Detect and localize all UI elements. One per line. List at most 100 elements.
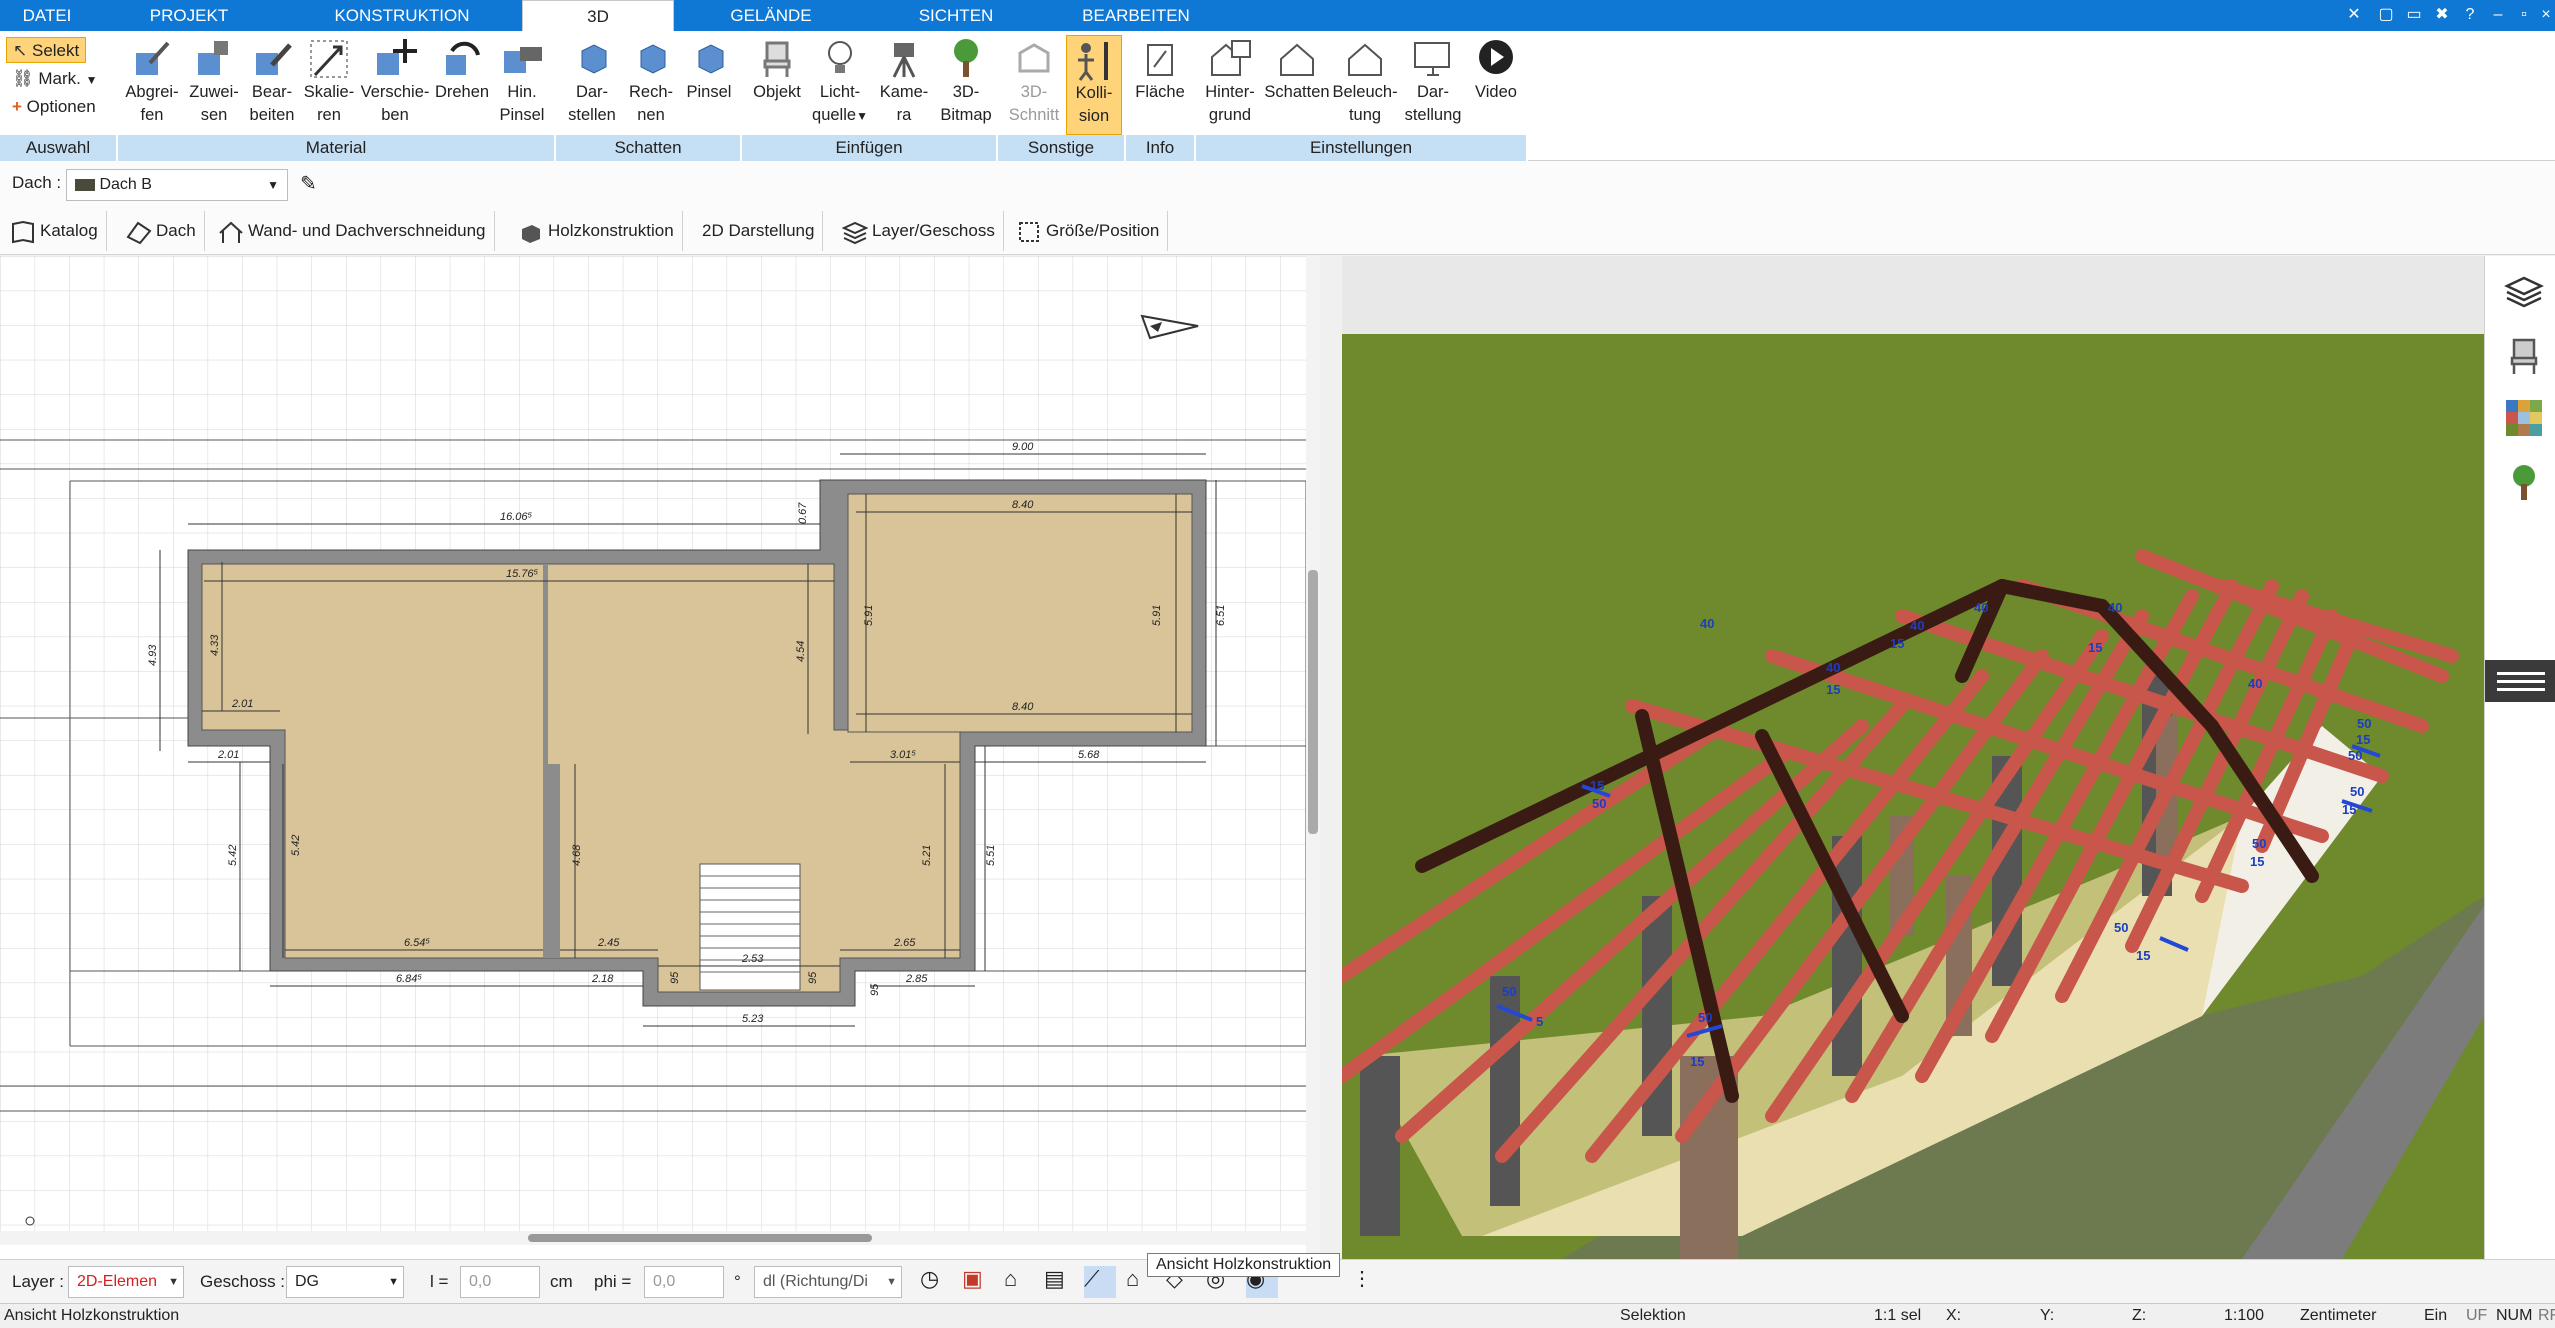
layer-geschoss-button[interactable]: Layer/Geschoss (832, 211, 1004, 251)
menu-line (2497, 688, 2545, 691)
verschieben-button[interactable]: Verschie-ben (358, 35, 432, 135)
kollision-button[interactable]: Kolli-sion (1066, 35, 1122, 135)
svg-text:15: 15 (1690, 1054, 1704, 1069)
close-icon[interactable]: × (2532, 3, 2555, 27)
ribbon: ↖ Selekt ⛓ Mark. ▼ + Optionen Abgrei-fen… (0, 31, 2555, 161)
close-small-icon[interactable]: ✖ (2428, 3, 2456, 27)
dim-label: 6.54⁵ (404, 937, 430, 949)
roof-wall-icon (219, 221, 243, 243)
3d-timber-construction-render[interactable]: 40 40 15 40 15 40 15 40 40 15 50 50 15 5… (1342, 256, 2484, 1259)
status-unit: Zentimeter (2300, 1307, 2377, 1324)
minimize-small-icon[interactable]: ▭ (2400, 3, 2428, 27)
flaeche-button[interactable]: Fläche (1128, 35, 1192, 135)
dim-label: 95 (669, 971, 681, 984)
dim-label: 5.42 (290, 835, 302, 856)
holzkonstruktion-button[interactable]: Holzkonstruktion (508, 211, 683, 251)
schatten-rechnen-button[interactable]: Rech-nen (622, 35, 680, 135)
hintergrund-button[interactable]: Hinter-grund (1198, 35, 1262, 135)
bearbeiten-button[interactable]: Bear-beiten (244, 35, 300, 135)
dim-label: 4.68 (571, 844, 583, 866)
tab-projekt[interactable]: PROJEKT (94, 0, 284, 31)
tree-icon (954, 39, 978, 77)
dim-label: 2.01 (217, 749, 239, 761)
status-bar: Ansicht Holzkonstruktion Selektion 1:1 s… (0, 1303, 2555, 1328)
optionen-button[interactable]: + Optionen (6, 94, 102, 120)
scrollbar-thumb[interactable] (1308, 570, 1318, 834)
tools-icon[interactable]: ✕ (2340, 3, 2368, 27)
restore-small-icon[interactable]: ▢ (2372, 3, 2400, 27)
panel-toggle-button[interactable] (2485, 660, 2555, 702)
tree-icon[interactable] (2504, 462, 2544, 502)
dim-label: 5.68 (1078, 749, 1100, 761)
direction-select[interactable]: dl (Richtung/Di ▼ (754, 1266, 902, 1298)
floor-plan-canvas[interactable]: 9.00 16.06⁵ 8.40 8.40 15.76⁵ 2.01 2.01 3… (0, 256, 1306, 1231)
length-input[interactable]: 0,0 (460, 1266, 540, 1298)
material-palette-icon[interactable] (2504, 398, 2544, 438)
einstellungen-schatten-button[interactable]: Schatten (1262, 35, 1332, 135)
render-view-icon[interactable]: ▣ (962, 1266, 994, 1298)
print-icon[interactable]: ▤ (1044, 1266, 1076, 1298)
mark-icon: ⛓ (12, 69, 34, 88)
layers-icon[interactable] (2504, 272, 2544, 312)
tab-3d[interactable]: 3D (522, 0, 674, 31)
kamera-button[interactable]: Kame-ra (872, 35, 936, 135)
zuweisen-button[interactable]: Zuwei-sen (184, 35, 244, 135)
dach-select[interactable]: Dach B ▼ (66, 169, 288, 201)
objekt-button[interactable]: Objekt (746, 35, 808, 135)
video-button[interactable]: Video (1468, 35, 1524, 135)
angle-input[interactable]: 0,0 (644, 1266, 724, 1298)
schatten-darstellen-button[interactable]: Dar-stellen (562, 35, 622, 135)
status-num: NUM (2496, 1307, 2533, 1324)
beleuchtung-button[interactable]: Beleuch-tung (1332, 35, 1398, 135)
more-icon[interactable]: ⋮ (1352, 1266, 1372, 1298)
pencil-icon[interactable]: ✎ (300, 171, 326, 197)
tab-gelaende[interactable]: GELÄNDE (676, 0, 866, 31)
camera-view-icon[interactable]: ⌂ (1004, 1266, 1036, 1298)
tab-datei[interactable]: DATEI (0, 0, 94, 31)
staircase[interactable] (699, 863, 801, 991)
2d-darstellung-button[interactable]: 2D Darstellung (692, 211, 824, 251)
mark-button[interactable]: ⛓ Mark. ▼ (6, 66, 103, 92)
hin-pinsel-button[interactable]: Hin. Pinsel (492, 35, 552, 135)
dim-label: 95 (869, 983, 881, 996)
chair-icon[interactable] (2504, 336, 2544, 376)
plan-horizontal-scrollbar[interactable] (0, 1231, 1306, 1245)
eyedropper-icon (136, 41, 170, 75)
minimize-icon[interactable]: – (2484, 3, 2512, 27)
chevron-down-icon: ▼ (267, 178, 279, 192)
groesse-position-button[interactable]: Größe/Position (1006, 211, 1169, 251)
clock-icon[interactable]: ◷ (920, 1266, 952, 1298)
3d-schnitt-button[interactable]: 3D- Schnitt (1004, 35, 1064, 135)
dach-button[interactable]: Dach (116, 211, 205, 251)
roof-icon (126, 221, 152, 244)
dim-label: 3.01⁵ (890, 749, 916, 761)
geschoss-select[interactable]: DG ▼ (286, 1266, 404, 1298)
tab-konstruktion[interactable]: KONSTRUKTION (284, 0, 520, 31)
katalog-button[interactable]: Katalog (0, 211, 107, 251)
group-sonstige: Sonstige (998, 135, 1126, 161)
plan-vertical-scrollbar[interactable] (1306, 256, 1320, 1259)
tab-bearbeiten[interactable]: BEARBEITEN (1046, 0, 1226, 31)
layers-icon (841, 221, 869, 244)
tab-sichten[interactable]: SICHTEN (866, 0, 1046, 31)
skalieren-button[interactable]: Skalie-ren (300, 35, 358, 135)
lichtquelle-button[interactable]: Licht-quelle▼ (808, 35, 872, 135)
layer-select[interactable]: 2D-Elemen ▼ (68, 1266, 184, 1298)
scrollbar-thumb[interactable] (528, 1234, 872, 1242)
wand-dachverschneidung-button[interactable]: Wand- und Dachverschneidung (208, 211, 495, 251)
darstellung-button[interactable]: Dar-stellung (1398, 35, 1468, 135)
3d-view[interactable]: 40 40 15 40 15 40 15 40 40 15 50 50 15 5… (1342, 256, 2484, 1259)
selekt-button[interactable]: ↖ Selekt (6, 37, 87, 63)
phi-label: phi = (594, 1272, 632, 1291)
3d-bitmap-button[interactable]: 3D- Bitmap (936, 35, 996, 135)
drehen-button[interactable]: Drehen (432, 35, 492, 135)
abgreifen-button[interactable]: Abgrei-fen (120, 35, 184, 135)
status-y: Y: (2040, 1307, 2055, 1324)
plan-view[interactable]: 9.00 16.06⁵ 8.40 8.40 15.76⁵ 2.01 2.01 3… (0, 256, 1320, 1259)
svg-text:15: 15 (2136, 948, 2150, 963)
help-icon[interactable]: ? (2456, 3, 2484, 27)
layer-label: Layer : (12, 1272, 64, 1291)
schatten-pinsel-button[interactable]: Pinsel (680, 35, 738, 135)
timber-view-icon[interactable]: ⟋ (1084, 1266, 1116, 1298)
l-unit: cm (550, 1272, 573, 1291)
